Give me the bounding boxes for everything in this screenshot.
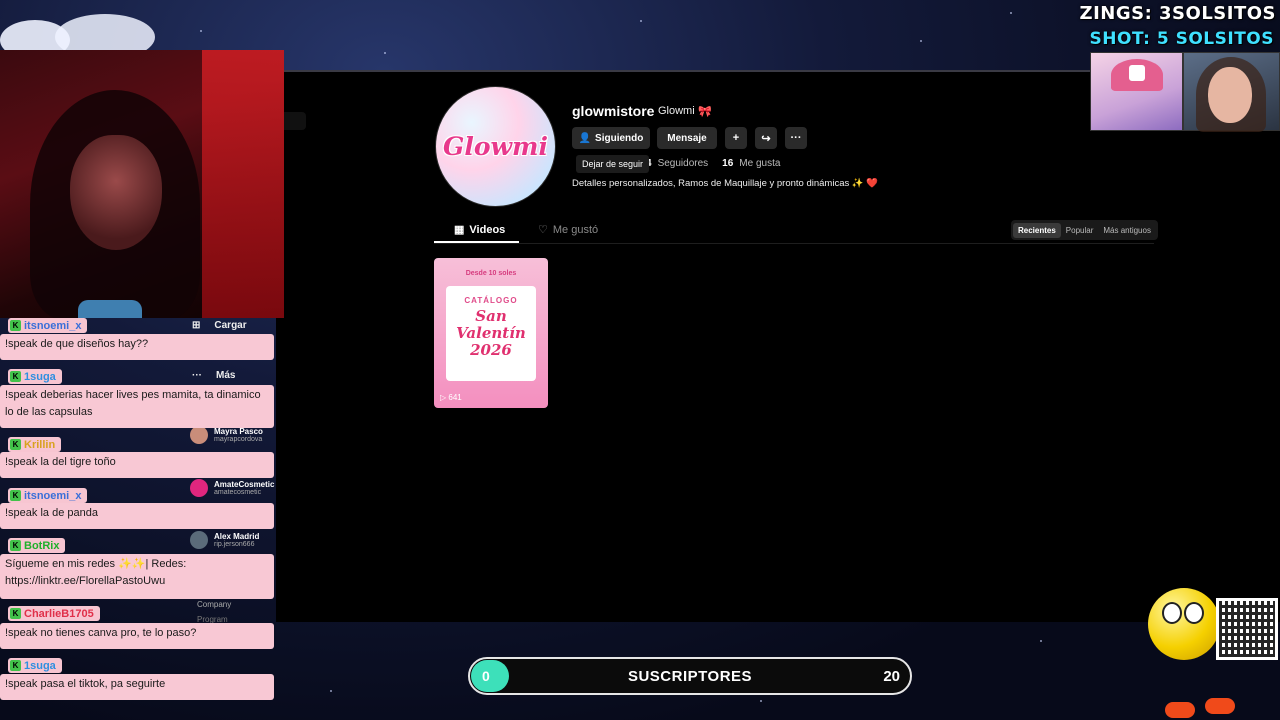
mascot-emoji (1148, 588, 1220, 660)
profile-username: glowmistore (572, 103, 655, 119)
subscriber-label: SUSCRIPTORES (627, 667, 753, 685)
heart-outline-icon: ♡ (538, 224, 548, 236)
following-button[interactable]: 👤 Siguiendo (572, 127, 650, 149)
sort-toggle: Recientes Popular Más antiguos (1011, 220, 1158, 240)
chat-username: K Krillin (8, 437, 62, 452)
footer-link-company[interactable]: Company (197, 600, 231, 609)
video-view-count: ▷ 641 (440, 393, 462, 402)
message-button[interactable]: Mensaje (657, 127, 717, 149)
video-top-text: Desde 10 soles (465, 270, 517, 277)
grid-icon: ▦ (454, 224, 465, 236)
following-account[interactable]: AmateCosmetic amatecosmetic (190, 479, 274, 497)
profile-bio: Detalles personalizados, Ramos de Maquil… (572, 178, 879, 189)
kick-badge-icon: K (10, 608, 21, 619)
video-catalog-label: CATÁLOGO (464, 296, 518, 305)
more-options-button[interactable]: ··· (785, 127, 807, 149)
sort-recent[interactable]: Recientes (1013, 222, 1061, 238)
chat-username: K CharlieB1705 (8, 606, 100, 621)
chat-message: !speak la del tigre toño (0, 452, 274, 478)
kick-badge-icon: K (10, 371, 21, 382)
share-button[interactable]: ↪ (755, 127, 777, 149)
sidebar-item-upload[interactable]: ⊞ Cargar (192, 320, 247, 331)
avatar (190, 426, 208, 444)
browser-window (276, 70, 1280, 622)
zings-overlay-text: ZINGS: 3SOLSITOS (1079, 3, 1276, 24)
user-check-icon: 👤 (578, 132, 592, 144)
bow-icon: 🎀 (698, 106, 712, 118)
video-thumbnail[interactable]: Desde 10 soles CATÁLOGO San Valentín 202… (434, 258, 548, 408)
chat-username: K BotRix (8, 538, 66, 553)
webcam-feed (0, 50, 284, 318)
reaction-image-chopper (1090, 52, 1183, 131)
chat-message: !speak no tienes canva pro, te lo paso? (0, 623, 274, 649)
kick-badge-icon: K (10, 320, 21, 331)
play-icon: ▷ (440, 393, 447, 402)
chat-message: !speak de que diseños hay?? (0, 334, 274, 360)
chat-message: Sígueme en mis redes ✨✨| Redes: https://… (0, 554, 274, 599)
chat-username: Kitsnoemi_x (8, 318, 88, 333)
add-friend-button[interactable]: + (725, 127, 747, 149)
kick-badge-icon: K (10, 490, 21, 501)
video-title: San Valentín 2026 (456, 307, 526, 359)
subscriber-goal: 20 (883, 667, 900, 685)
tab-videos[interactable]: ▦ Videos (454, 223, 505, 237)
kick-badge-icon: K (10, 439, 21, 450)
shot-overlay-text: SHOT: 5 SOLSITOS (1089, 29, 1274, 49)
chat-username: K 1suga (8, 658, 62, 673)
plus-square-icon: ⊞ (192, 320, 201, 331)
following-account[interactable]: Mayra Pasco mayrapcordova (190, 426, 263, 444)
more-dots-icon: ··· (192, 370, 202, 381)
avatar (190, 479, 208, 497)
glowmi-logo: Glowmi (443, 132, 548, 161)
chat-username: K 1suga (8, 369, 62, 384)
kick-badge-icon: K (10, 660, 21, 671)
chat-message: !speak deberias hacer lives pes mamita, … (0, 385, 274, 428)
profile-nickname: Glowmi (658, 105, 695, 117)
chat-message: !speak la de panda (0, 503, 274, 529)
tab-divider (434, 243, 1154, 244)
following-account[interactable]: Alex Madrid rip.jerson666 (190, 531, 259, 549)
unfollow-tooltip: Dejar de seguir (576, 155, 650, 173)
reaction-image-crying (1183, 52, 1280, 132)
chat-message: !speak pasa el tiktok, pa seguirte (0, 674, 274, 700)
kick-badge-icon: K (10, 540, 21, 551)
sort-popular[interactable]: Popular (1061, 223, 1099, 238)
sidebar-item-more[interactable]: ··· Más (192, 370, 235, 381)
profile-stats: 4 Seguidores 16 Me gusta (646, 158, 781, 169)
mascot-legs (1165, 668, 1245, 720)
chat-username: Kitsnoemi_x (8, 488, 88, 503)
sort-oldest[interactable]: Más antiguos (1098, 223, 1156, 238)
profile-avatar[interactable]: Glowmi (435, 86, 556, 207)
avatar (190, 531, 208, 549)
user-plus-icon: + (732, 132, 740, 144)
tab-liked[interactable]: ♡ Me gustó (538, 223, 598, 237)
subscriber-goal-bar: 0 SUSCRIPTORES 20 (468, 657, 912, 695)
share-icon: ↪ (761, 132, 771, 145)
qr-code (1216, 598, 1278, 660)
